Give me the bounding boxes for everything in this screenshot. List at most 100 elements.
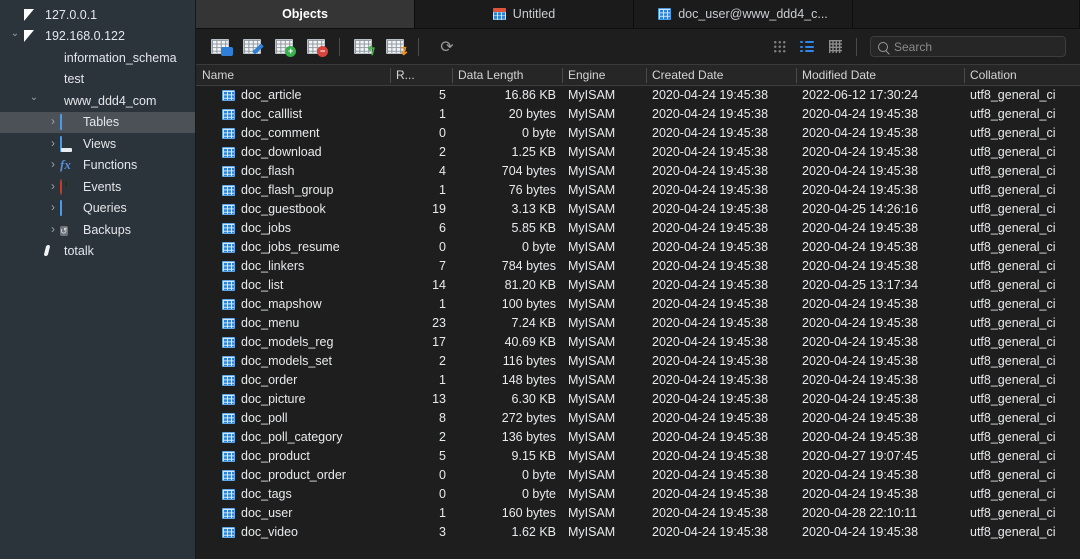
cell-rows: 2 <box>439 145 446 159</box>
tree-item-icon: ↺ <box>60 223 77 237</box>
tables-icon <box>60 114 62 131</box>
new-table-button[interactable]: + <box>269 34 299 60</box>
column-header-rows[interactable]: R... <box>390 65 452 86</box>
chevron-right-icon[interactable] <box>46 219 60 241</box>
table-name-label: doc_linkers <box>241 259 305 273</box>
delete-table-button[interactable]: − <box>301 34 331 60</box>
column-header-collation[interactable]: Collation <box>964 65 1080 86</box>
table-row[interactable]: doc_flash_group 1 76 bytes MyISAM 2020-04-24… <box>196 181 1080 200</box>
table-row[interactable]: doc_article 5 16.86 KB MyISAM 2020-04-24 19:… <box>196 86 1080 105</box>
tab-bar[interactable]: Objects Untitled doc_user@www_ddd4_c... <box>196 0 1080 29</box>
cell-created-date: 2020-04-24 19:45:38 <box>652 202 769 216</box>
table-row[interactable]: doc_tags 0 0 byte MyISAM 2020-04-24 19:45:38… <box>196 485 1080 504</box>
table-row[interactable]: doc_user 1 160 bytes MyISAM 2020-04-24 19:45… <box>196 504 1080 523</box>
tree-item-views[interactable]: Views <box>0 133 195 155</box>
tab-doc-user[interactable]: doc_user@www_ddd4_c... <box>634 0 853 28</box>
table-name-label: doc_poll <box>241 411 288 425</box>
table-row[interactable]: doc_picture 13 6.30 KB MyISAM 2020-04-24 19:… <box>196 390 1080 409</box>
table-row[interactable]: doc_poll_category 2 136 bytes MyISAM 2020-04… <box>196 428 1080 447</box>
toolbar-divider <box>856 37 857 56</box>
table-row[interactable]: doc_jobs 6 5.85 KB MyISAM 2020-04-24 19:45:3… <box>196 219 1080 238</box>
open-table-button[interactable] <box>205 34 235 60</box>
tree-item-label: Tables <box>83 115 120 130</box>
table-row[interactable]: doc_comment 0 0 byte MyISAM 2020-04-24 19:45… <box>196 124 1080 143</box>
tree-item-backups[interactable]: ↺ Backups <box>0 219 195 241</box>
tree-item-icon <box>60 178 77 195</box>
table-delete-icon: − <box>307 39 328 57</box>
toolbar-divider <box>418 37 419 56</box>
cell-modified-date: 2020-04-24 19:45:38 <box>802 259 919 273</box>
cell-rows: 13 <box>432 392 446 406</box>
table-icon <box>222 432 235 443</box>
tab-untitled[interactable]: Untitled <box>415 0 634 28</box>
column-header-created-date[interactable]: Created Date <box>646 65 796 86</box>
cell-collation: utf8_general_ci <box>970 525 1056 539</box>
cell-name: doc_picture <box>196 390 390 409</box>
table-name-label: doc_comment <box>241 126 320 140</box>
column-header-modified-date[interactable]: Modified Date <box>796 65 964 86</box>
tree-item-label: test <box>64 72 85 87</box>
cell-engine: MyISAM <box>568 316 616 330</box>
table-row[interactable]: doc_guestbook 19 3.13 KB MyISAM 2020-04-24 1… <box>196 200 1080 219</box>
chevron-right-icon[interactable] <box>46 154 60 176</box>
cell-created-date: 2020-04-24 19:45:38 <box>652 164 769 178</box>
table-row[interactable]: doc_calllist 1 20 bytes MyISAM 2020-04-24 19… <box>196 105 1080 124</box>
table-row[interactable]: doc_poll 8 272 bytes MyISAM 2020-04-24 19:45… <box>196 409 1080 428</box>
table-row[interactable]: doc_download 2 1.25 KB MyISAM 2020-04-24 19:… <box>196 143 1080 162</box>
tab-objects[interactable]: Objects <box>196 0 415 28</box>
table-header-row[interactable]: Name R... Data Length Engine Created Dat… <box>196 65 1080 86</box>
icon-view-button[interactable] <box>767 36 791 58</box>
tree-item-192-168-0-122[interactable]: 192.168.0.122 <box>0 26 195 48</box>
tree-item-127-0-0-1[interactable]: 127.0.0.1 <box>0 4 195 26</box>
table-row[interactable]: doc_models_reg 17 40.69 KB MyISAM 2020-04-24… <box>196 333 1080 352</box>
connection-tree-sidebar[interactable]: 127.0.0.1 192.168.0.122 information_schema… <box>0 0 196 559</box>
tree-item-functions[interactable]: fx Functions <box>0 155 195 177</box>
column-header-data-length[interactable]: Data Length <box>452 65 562 86</box>
cell-engine: MyISAM <box>568 259 616 273</box>
table-row[interactable]: doc_models_set 2 116 bytes MyISAM 2020-04-24… <box>196 352 1080 371</box>
chevron-down-icon[interactable] <box>8 26 22 47</box>
tree-item-events[interactable]: Events <box>0 176 195 198</box>
export-wizard-button[interactable]: ↴ <box>380 34 410 60</box>
table-row[interactable]: doc_product_order 0 0 byte MyISAM 2020-04-24… <box>196 466 1080 485</box>
search-box[interactable] <box>870 36 1066 57</box>
table-row[interactable]: doc_jobs_resume 0 0 byte MyISAM 2020-04-24 1… <box>196 238 1080 257</box>
table-row[interactable]: doc_list 14 81.20 KB MyISAM 2020-04-24 19:45… <box>196 276 1080 295</box>
column-header-name[interactable]: Name <box>196 65 390 86</box>
grid-dots-icon <box>772 40 786 53</box>
table-row[interactable]: doc_mapshow 1 100 bytes MyISAM 2020-04-24 19… <box>196 295 1080 314</box>
chevron-right-icon[interactable] <box>46 176 60 198</box>
chevron-right-icon[interactable] <box>46 111 60 133</box>
tree-item-www-ddd4-com[interactable]: www_ddd4_com <box>0 90 195 112</box>
design-table-button[interactable] <box>237 34 267 60</box>
table-row[interactable]: doc_flash 4 704 bytes MyISAM 2020-04-24 19:4… <box>196 162 1080 181</box>
table-list[interactable]: doc_article 5 16.86 KB MyISAM 2020-04-24 19:… <box>196 86 1080 559</box>
table-row[interactable]: doc_order 1 148 bytes MyISAM 2020-04-24 19:4… <box>196 371 1080 390</box>
cell-modified-date: 2020-04-24 19:45:38 <box>802 183 919 197</box>
toolbar: + − ↰ ↴ ⟳ <box>196 29 1080 65</box>
cell-created-date: 2020-04-24 19:45:38 <box>652 183 769 197</box>
chevron-right-icon[interactable] <box>46 197 60 219</box>
list-view-button[interactable] <box>795 36 819 58</box>
search-input[interactable] <box>894 39 1058 54</box>
table-row[interactable]: doc_video 3 1.62 KB MyISAM 2020-04-24 19:45:… <box>196 523 1080 542</box>
tree-item-queries[interactable]: Queries <box>0 198 195 220</box>
table-row[interactable]: doc_menu 23 7.24 KB MyISAM 2020-04-24 19:45:… <box>196 314 1080 333</box>
tree-item-test[interactable]: test <box>0 69 195 91</box>
import-wizard-button[interactable]: ↰ <box>348 34 378 60</box>
tree-item-information-schema[interactable]: information_schema <box>0 47 195 69</box>
detail-view-button[interactable] <box>823 36 847 58</box>
cell-created-date: 2020-04-24 19:45:38 <box>652 107 769 121</box>
chevron-down-icon[interactable] <box>27 90 41 111</box>
chevron-right-icon[interactable] <box>46 133 60 155</box>
tree-item-tables[interactable]: Tables <box>0 111 195 133</box>
column-header-engine[interactable]: Engine <box>562 65 646 86</box>
table-row[interactable]: doc_product 5 9.15 KB MyISAM 2020-04-24 19:4… <box>196 447 1080 466</box>
cell-rows: 6 <box>439 221 446 235</box>
cell-modified-date: 2020-04-24 19:45:38 <box>802 468 919 482</box>
tree-item-totalk[interactable]: totalk <box>0 241 195 263</box>
tree-item-icon <box>60 200 77 217</box>
refresh-button[interactable]: ⟳ <box>434 34 460 60</box>
table-row[interactable]: doc_linkers 7 784 bytes MyISAM 2020-04-24 19… <box>196 257 1080 276</box>
table-icon <box>222 166 235 177</box>
